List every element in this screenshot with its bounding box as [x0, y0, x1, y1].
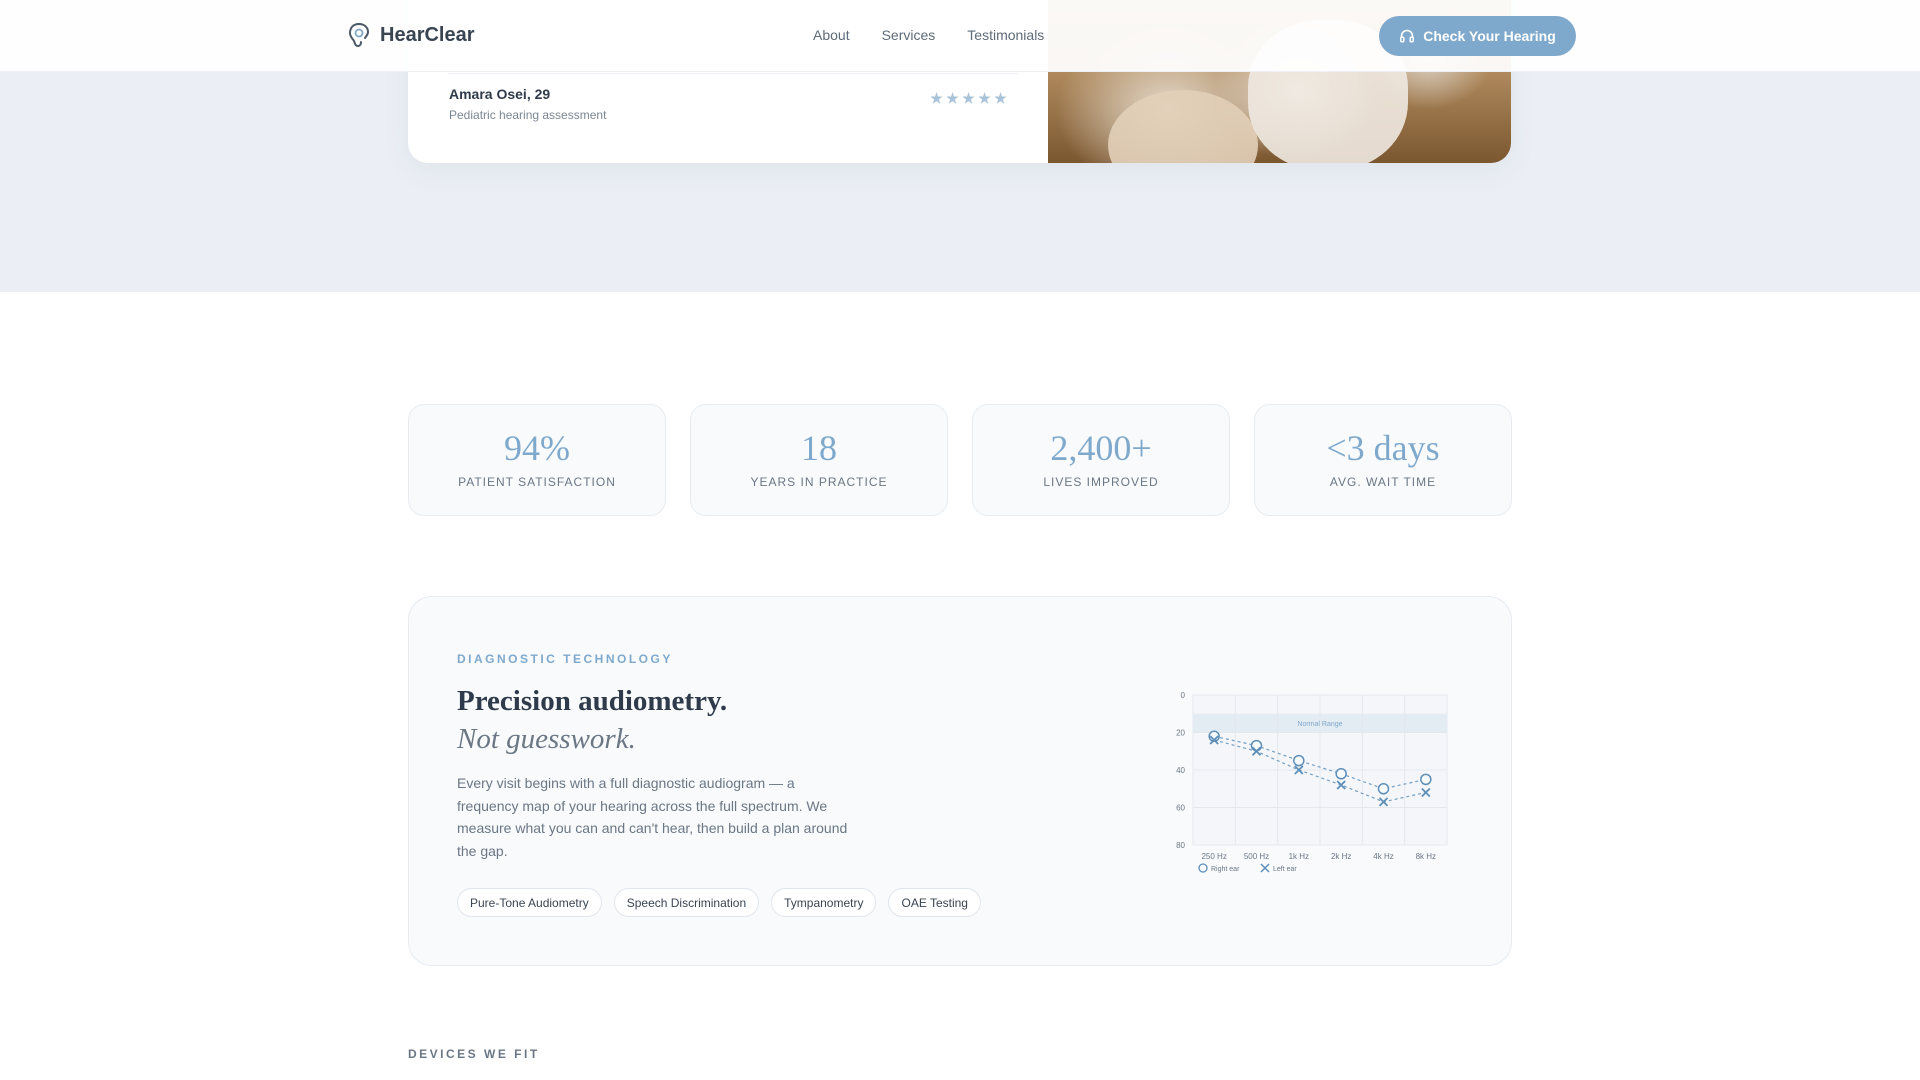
stat-label: YEARS IN PRACTICE: [750, 475, 888, 489]
star-rating: [930, 92, 1007, 105]
star-icon: [930, 92, 943, 104]
data-point-circle: [1250, 739, 1263, 752]
section-subtitle: Not guesswork.: [457, 723, 636, 755]
x-tick-label: 1k Hz: [1289, 852, 1309, 861]
chip-oae: OAE Testing: [888, 888, 981, 917]
chip-pure-tone: Pure-Tone Audiometry: [457, 888, 602, 917]
data-point-circle: [1293, 754, 1305, 767]
y-tick-label: 40: [1176, 766, 1185, 775]
headphones-icon: [1400, 29, 1415, 43]
star-icon: [978, 92, 991, 104]
star-icon: [962, 92, 975, 104]
test-chips: Pure-Tone Audiometry Speech Discriminati…: [457, 888, 981, 917]
chip-tympanometry: Tympanometry: [771, 888, 877, 917]
testimonial-service: Pediatric hearing assessment: [449, 108, 607, 122]
y-tick-label: 20: [1176, 729, 1185, 738]
star-icon: [946, 92, 959, 104]
brand-logo[interactable]: HearClear: [348, 22, 475, 48]
stat-card: 94% PATIENT SATISFACTION: [408, 404, 666, 516]
stat-card: 18 YEARS IN PRACTICE: [690, 404, 948, 516]
section-body: Every visit begins with a full diagnosti…: [457, 775, 848, 859]
data-point-circle: [1377, 783, 1390, 795]
x-tick-label: 250 Hz: [1201, 852, 1226, 861]
y-tick-label: 80: [1176, 841, 1185, 850]
stat-value: 18: [801, 428, 837, 468]
check-hearing-label: Check Your Hearing: [1423, 28, 1556, 44]
brand-name: HearClear: [380, 23, 475, 46]
devices-eyebrow: DEVICES WE FIT: [408, 1047, 540, 1061]
stat-label: LIVES IMPROVED: [1043, 475, 1159, 489]
nav-link-testimonials[interactable]: Testimonials: [967, 27, 1044, 43]
top-navigation: HearClear About Services Testimonials Ch…: [0, 0, 1920, 72]
data-point-circle: [1420, 773, 1432, 786]
x-tick-label: 8k Hz: [1416, 852, 1436, 861]
chip-speech: Speech Discrimination: [613, 888, 760, 917]
photo-detail: [1108, 90, 1258, 163]
data-point-circle: [1335, 768, 1347, 780]
legend-label: Right ear: [1211, 866, 1240, 873]
stat-label: AVG. WAIT TIME: [1329, 475, 1437, 489]
nav-link-about[interactable]: About: [813, 27, 850, 43]
y-tick-label: 0: [1181, 691, 1186, 700]
nav-link-services[interactable]: Services: [882, 27, 936, 43]
stat-card: <3 days AVG. WAIT TIME: [1254, 404, 1512, 516]
star-icon: [994, 92, 1007, 104]
section-title: Precision audiometry.: [457, 685, 728, 717]
x-tick-label: 500 Hz: [1244, 852, 1269, 861]
legend-label: Left ear: [1273, 866, 1297, 873]
testimonial-author: Amara Osei, 29: [449, 86, 551, 102]
stat-value: <3 days: [1326, 428, 1440, 468]
stat-card: 2,400+ LIVES IMPROVED: [972, 404, 1230, 516]
stat-value: 94%: [504, 428, 570, 468]
diagnostic-section: DIAGNOSTIC TECHNOLOGY Precision audiomet…: [408, 596, 1512, 966]
nav-links: About Services Testimonials: [813, 27, 1044, 43]
y-tick-label: 60: [1176, 804, 1185, 813]
testimonial-divider: [448, 73, 1019, 74]
section-eyebrow: DIAGNOSTIC TECHNOLOGY: [457, 652, 673, 666]
check-hearing-button[interactable]: Check Your Hearing: [1379, 16, 1576, 56]
stat-value: 2,400+: [1050, 428, 1152, 468]
audiogram-chart: Normal Range020406080250 Hz 500 Hz 1k Hz 2k…: [1176, 691, 1448, 873]
legend-marker-x: [1260, 863, 1270, 873]
legend-marker-circle: [1198, 863, 1208, 873]
x-tick-label: 2k Hz: [1331, 852, 1351, 861]
ear-icon: [348, 23, 370, 48]
x-tick-label: 4k Hz: [1373, 852, 1393, 861]
stat-label: PATIENT SATISFACTION: [458, 475, 616, 489]
